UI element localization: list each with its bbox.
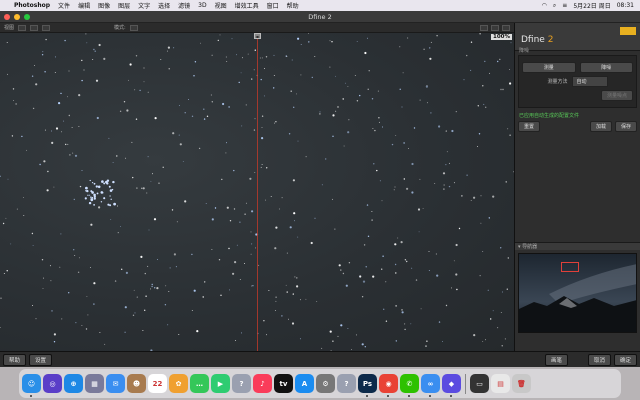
- reset-button[interactable]: 重置: [518, 121, 541, 132]
- unknown-app-icon-2[interactable]: ?: [337, 374, 356, 393]
- mode-select[interactable]: [129, 24, 138, 31]
- save-button[interactable]: 保存: [614, 121, 637, 132]
- load-button[interactable]: 加载: [589, 121, 612, 132]
- brush-button[interactable]: 画笔: [544, 353, 568, 366]
- panel-actions: 重置 加载 保存: [518, 121, 637, 132]
- measure-tab[interactable]: 测量: [522, 62, 576, 73]
- control-panel: Dfine 2 降噪 测量 降噪 测量方法 自动 测量噪点 已应用自动生成的配置…: [514, 23, 640, 351]
- menu-select[interactable]: 选择: [158, 1, 170, 10]
- split-divider-handle[interactable]: ◂▸: [254, 33, 261, 39]
- menu-filter[interactable]: 滤镜: [178, 1, 190, 10]
- chrome-icon[interactable]: ◉: [379, 374, 398, 397]
- dock: ☺ ◎ ⊕ ▦ ✉ ☻ 22 ✿… ▶? ♪ tv A ⚙? Ps ◉ ✆ ∞ ◆ ▭ ▤ 🗑: [19, 369, 621, 398]
- cancel-button[interactable]: 取消: [587, 353, 611, 366]
- zoom-level[interactable]: 100%: [491, 34, 512, 40]
- mail-icon[interactable]: ✉: [106, 374, 125, 393]
- single-view-button[interactable]: [18, 24, 27, 31]
- calendar-icon[interactable]: 22: [148, 374, 167, 393]
- side-by-side-view-button[interactable]: [42, 24, 51, 31]
- method-label: 测量方法: [547, 79, 568, 85]
- vpn-icon[interactable]: ◆: [442, 374, 461, 397]
- unknown-app-icon[interactable]: ?: [232, 374, 251, 393]
- menu-plugins[interactable]: 增效工具: [235, 1, 259, 10]
- menu-3d[interactable]: 3D: [198, 2, 206, 9]
- launchpad-icon[interactable]: ▦: [85, 374, 104, 393]
- panel-header: Dfine 2 降噪: [515, 23, 640, 54]
- menu-edit[interactable]: 编辑: [78, 1, 90, 10]
- menu-help[interactable]: 帮助: [287, 1, 299, 10]
- trash-icon[interactable]: 🗑: [512, 374, 531, 393]
- menu-image[interactable]: 图像: [98, 1, 110, 10]
- safari-icon[interactable]: ⊕: [64, 374, 83, 393]
- navigator-header[interactable]: ▾ 导航器: [515, 242, 640, 250]
- menu-view[interactable]: 视图: [215, 1, 227, 10]
- view-label: 视图: [4, 25, 15, 31]
- hand-tool-button[interactable]: [491, 24, 499, 31]
- menu-file[interactable]: 文件: [58, 1, 70, 10]
- menu-bar: Photoshop 文件 编辑 图像 图层 文字 选择 滤镜 3D 视图 增效工…: [0, 0, 640, 11]
- split-divider-line[interactable]: [257, 33, 258, 351]
- dock-separator: [465, 373, 466, 394]
- facetime-icon[interactable]: ▶: [211, 374, 230, 393]
- window-title: Dfine 2: [308, 12, 332, 21]
- music-icon[interactable]: ♪: [253, 374, 272, 393]
- contacts-icon[interactable]: ☻: [127, 374, 146, 393]
- measure-section: 测量 降噪 测量方法 自动 测量噪点: [518, 55, 637, 108]
- tv-icon[interactable]: tv: [274, 374, 293, 393]
- preview-toolbar: 视图 模式:: [0, 23, 514, 33]
- mode-label: 模式:: [114, 25, 126, 31]
- menu-app-name[interactable]: Photoshop: [14, 2, 50, 9]
- profile-status-text: 已应用自动生成的配置文件: [519, 113, 580, 119]
- method-select[interactable]: 自动: [571, 76, 608, 87]
- system-preferences-icon[interactable]: ⚙: [316, 374, 335, 393]
- ok-button[interactable]: 确定: [613, 353, 637, 366]
- menu-date[interactable]: 5月22日 周日: [573, 1, 610, 10]
- preview-icon[interactable]: ▤: [491, 374, 510, 393]
- photos-icon[interactable]: ✿: [169, 374, 188, 393]
- product-title: Dfine 2: [521, 35, 553, 45]
- baidu-netdisk-icon[interactable]: ∞: [421, 374, 440, 397]
- siri-icon[interactable]: ◎: [43, 374, 62, 393]
- navigator-viewport-rect[interactable]: [561, 262, 579, 272]
- settings-button[interactable]: 设置: [29, 353, 53, 366]
- wifi-icon[interactable]: ◠: [542, 2, 547, 9]
- menu-window[interactable]: 窗口: [267, 1, 279, 10]
- navigator-label: 导航器: [522, 244, 538, 250]
- finder-icon[interactable]: ☺: [22, 374, 41, 397]
- search-icon[interactable]: ⌕: [553, 2, 556, 10]
- terminal-preview-icon[interactable]: ▭: [470, 374, 489, 393]
- menu-layer[interactable]: 图层: [118, 1, 130, 10]
- zoom-tool-button[interactable]: [480, 24, 488, 31]
- menu-type[interactable]: 文字: [138, 1, 150, 10]
- photoshop-icon[interactable]: Ps: [358, 374, 377, 397]
- product-version: 2: [547, 35, 554, 45]
- panel-subtitle: 降噪: [519, 48, 530, 54]
- measure-noise-button[interactable]: 测量噪点: [600, 90, 633, 101]
- control-center-icon[interactable]: ≡: [562, 2, 567, 9]
- menu-time[interactable]: 08:31: [617, 2, 634, 9]
- background-color-button[interactable]: [502, 24, 510, 31]
- split-view-button[interactable]: [30, 24, 39, 31]
- window-titlebar: Dfine 2: [0, 11, 640, 23]
- nik-logo: [620, 27, 636, 35]
- image-preview[interactable]: ◂▸ 100%: [0, 33, 514, 351]
- appstore-icon[interactable]: A: [295, 374, 314, 393]
- bottom-bar: 帮助 设置 画笔 取消 确定: [0, 351, 640, 367]
- reduce-tab[interactable]: 降噪: [579, 62, 633, 73]
- help-button[interactable]: 帮助: [3, 353, 27, 366]
- navigator-thumbnail[interactable]: [518, 253, 637, 333]
- product-name: Dfine: [521, 35, 545, 45]
- wechat-icon[interactable]: ✆: [400, 374, 419, 397]
- messages-icon[interactable]: …: [190, 374, 209, 393]
